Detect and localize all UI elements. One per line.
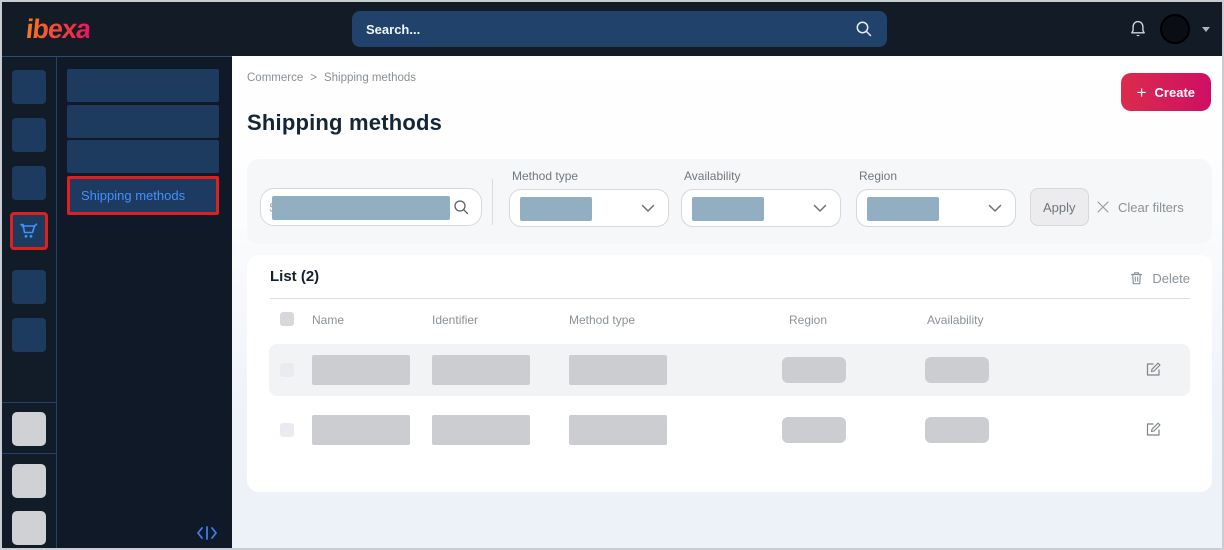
row-checkbox[interactable] — [280, 363, 294, 377]
filter-group-availability: Availability — [681, 169, 841, 227]
chevron-down-icon — [988, 204, 1002, 212]
close-icon — [1097, 201, 1109, 213]
edit-icon[interactable] — [1145, 361, 1162, 378]
menu-item-3[interactable] — [67, 140, 219, 173]
availability-select[interactable] — [681, 189, 841, 227]
breadcrumb: Commerce > Shipping methods — [247, 72, 1212, 84]
sidebar-item-5[interactable] — [12, 270, 46, 304]
primary-sidebar — [2, 56, 57, 548]
select-value-placeholder-block — [867, 197, 939, 221]
sidebar-item-commerce[interactable] — [10, 212, 48, 250]
plus-icon: + — [1136, 82, 1147, 102]
method-type-select[interactable] — [509, 189, 669, 227]
select-value-placeholder-block — [692, 197, 764, 221]
name-cell-placeholder — [312, 415, 410, 445]
shopping-cart-icon — [20, 223, 38, 238]
sidebar-bottom-item-3[interactable] — [12, 511, 46, 545]
sidebar-divider-2 — [2, 453, 57, 454]
name-cell-placeholder — [312, 355, 410, 385]
list-title: List (2) — [270, 268, 320, 285]
sidebar-item-3[interactable] — [12, 166, 46, 200]
bell-icon[interactable] — [1128, 19, 1148, 39]
sidebar-item-2[interactable] — [12, 118, 46, 152]
identifier-cell-placeholder — [432, 415, 530, 445]
sidebar-item-1[interactable] — [12, 70, 46, 104]
caret-down-icon[interactable] — [1202, 26, 1210, 32]
top-bar-right — [1128, 14, 1222, 44]
sidebar-item-6[interactable] — [12, 318, 46, 352]
apply-button[interactable]: Apply — [1030, 188, 1089, 226]
table-header-row: Name Identifier Method type Region Avail… — [247, 311, 1212, 329]
delete-button-label: Delete — [1152, 270, 1190, 286]
delete-button[interactable]: Delete — [1129, 270, 1190, 286]
filter-group-region: Region — [856, 169, 1016, 227]
column-header-availability: Availability — [927, 313, 984, 327]
column-header-method-type: Method type — [569, 313, 636, 327]
select-all-checkbox[interactable] — [280, 312, 294, 326]
create-button[interactable]: + Create — [1120, 73, 1211, 111]
global-search-input[interactable]: Search... — [352, 11, 887, 47]
menu-item-1[interactable] — [67, 69, 219, 102]
sidebar-bottom-item-2[interactable] — [12, 464, 46, 498]
breadcrumb-separator: > — [310, 72, 317, 84]
region-select[interactable] — [856, 189, 1016, 227]
column-header-region: Region — [789, 313, 828, 327]
app-window: ibexa Search... Shipping methods Commerc… — [0, 0, 1224, 550]
availability-cell-placeholder — [925, 417, 989, 443]
sidebar-bottom-item-1[interactable] — [12, 412, 46, 446]
filters-bar: S Method type — [247, 159, 1212, 244]
method-type-cell-placeholder — [569, 355, 667, 385]
column-header-name: Name — [312, 313, 345, 327]
search-icon — [856, 21, 872, 37]
ibexa-logo: ibexa — [24, 13, 92, 44]
column-header-identifier: Identifier — [432, 313, 479, 327]
trash-icon — [1131, 272, 1143, 285]
filter-label: Availability — [684, 169, 741, 183]
clear-filters-button[interactable]: Clear filters — [1096, 188, 1184, 226]
availability-cell-placeholder — [925, 357, 989, 383]
chevron-down-icon — [813, 204, 827, 212]
filter-group-method-type: Method type — [509, 169, 669, 227]
top-bar: ibexa Search... — [2, 2, 1222, 56]
search-icon — [454, 200, 469, 215]
avatar[interactable] — [1160, 14, 1190, 44]
identifier-cell-placeholder — [432, 355, 530, 385]
region-cell-placeholder — [782, 357, 846, 383]
global-search-placeholder: Search... — [366, 21, 421, 37]
page-title: Shipping methods — [247, 110, 443, 135]
collapse-sidebar-icon[interactable] — [196, 526, 218, 540]
breadcrumb-commerce[interactable]: Commerce — [247, 72, 303, 84]
table-row[interactable] — [269, 344, 1190, 396]
filter-divider — [492, 179, 493, 225]
table-row[interactable] — [269, 404, 1190, 456]
clear-filters-label: Clear filters — [1118, 199, 1184, 215]
search-value-placeholder-block — [272, 196, 450, 220]
menu-item-label: Shipping methods — [81, 188, 186, 203]
sidebar-divider — [2, 402, 57, 403]
region-cell-placeholder — [782, 417, 846, 443]
row-checkbox[interactable] — [280, 423, 294, 437]
filter-search-input[interactable]: S — [260, 188, 482, 226]
method-type-cell-placeholder — [569, 415, 667, 445]
menu-item-shipping-methods[interactable]: Shipping methods — [67, 176, 219, 215]
secondary-sidebar: Shipping methods — [57, 56, 232, 548]
shipping-methods-list-card: List (2) Delete Name Identifier Method t… — [247, 255, 1212, 492]
edit-icon[interactable] — [1145, 421, 1162, 438]
create-button-label: Create — [1154, 84, 1195, 100]
filter-label: Method type — [512, 169, 579, 183]
list-divider — [270, 298, 1190, 299]
main-content: Commerce > Shipping methods + Create Shi… — [232, 56, 1222, 548]
breadcrumb-shipping-methods: Shipping methods — [323, 72, 417, 84]
select-value-placeholder-block — [520, 197, 592, 221]
menu-item-2[interactable] — [67, 105, 219, 138]
filter-label: Region — [859, 169, 898, 183]
chevron-down-icon — [641, 204, 655, 212]
